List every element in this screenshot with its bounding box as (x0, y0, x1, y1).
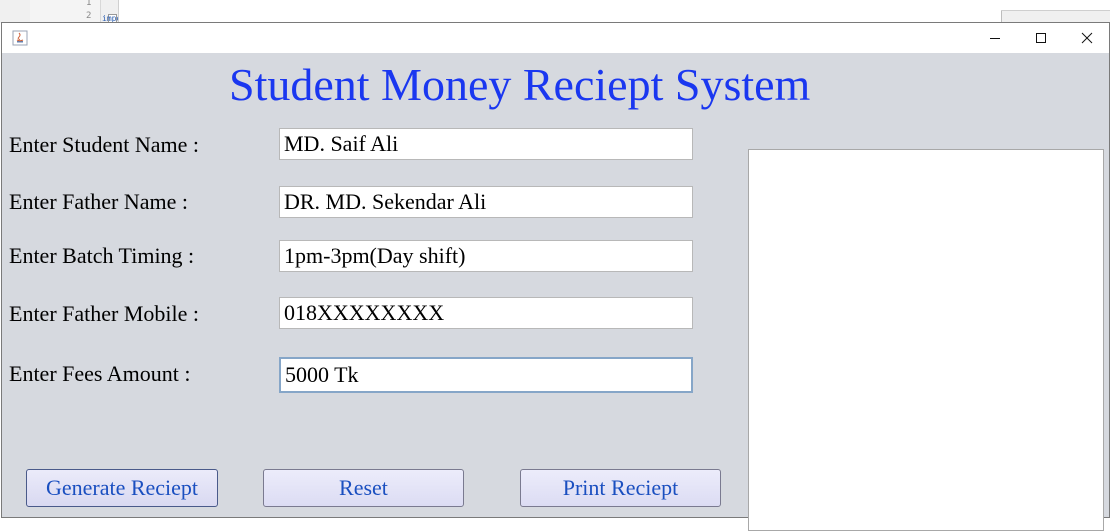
minimize-button[interactable] (972, 23, 1018, 53)
background-ide-window: 1 2 impo (0, 0, 1110, 23)
maximize-button[interactable] (1018, 23, 1064, 53)
father-name-label: Enter Father Name : (9, 189, 188, 214)
java-app-icon (12, 30, 28, 46)
reset-button[interactable]: Reset (263, 469, 464, 507)
batch-timing-label: Enter Batch Timing : (9, 243, 195, 268)
fees-amount-field[interactable] (279, 357, 693, 393)
line-number: 2 (86, 11, 92, 21)
app-title: Student Money Reciept System (229, 59, 811, 110)
close-button[interactable] (1064, 23, 1110, 53)
line-number: 1 (86, 0, 92, 8)
title-bar[interactable] (2, 23, 1109, 53)
fees-amount-label: Enter Fees Amount : (9, 361, 191, 386)
father-mobile-label: Enter Father Mobile : (9, 301, 200, 326)
app-content: Student Money Reciept System Enter Stude… (2, 53, 1109, 531)
close-icon (1081, 32, 1093, 44)
father-name-field[interactable] (279, 186, 693, 218)
batch-timing-field[interactable] (279, 240, 693, 272)
student-name-label: Enter Student Name : (9, 132, 200, 157)
line-number-gutter: 1 2 (30, 0, 117, 23)
print-receipt-button[interactable]: Print Reciept (520, 469, 721, 507)
maximize-icon (1036, 33, 1046, 43)
generate-receipt-button[interactable]: Generate Reciept (26, 469, 218, 507)
background-editor (118, 0, 1002, 23)
background-panel (1001, 0, 1110, 11)
father-mobile-field[interactable] (279, 297, 693, 329)
app-window: Student Money Reciept System Enter Stude… (1, 22, 1110, 531)
student-name-field[interactable] (279, 128, 693, 160)
receipt-text-area[interactable] (748, 149, 1104, 531)
minimize-icon (990, 38, 1000, 39)
